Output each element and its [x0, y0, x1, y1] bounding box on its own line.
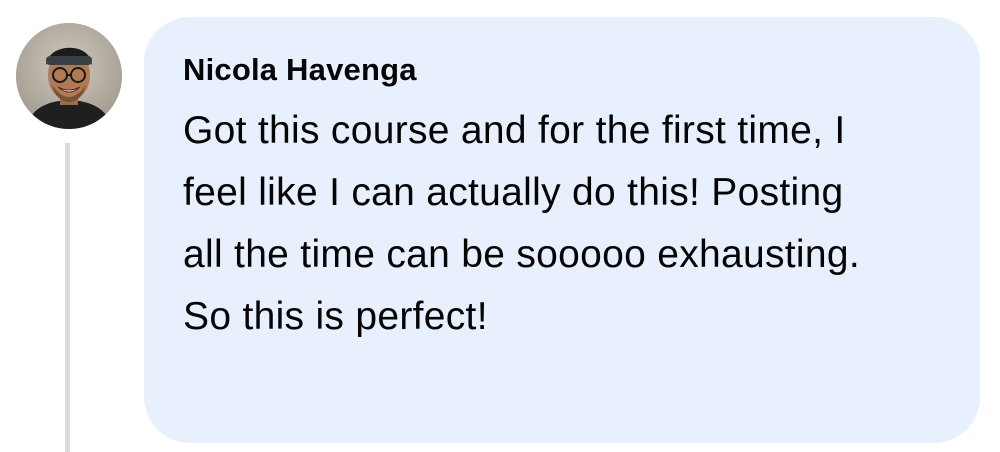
comment-bubble: Nicola Havenga Got this course and for t…: [144, 17, 980, 443]
previous-comment-link-fragment[interactable]: · · · · ·: [610, 0, 760, 6]
comment-thread-line: [65, 143, 70, 452]
comment-text: Got this course and for the first time, …: [183, 109, 861, 338]
avatar[interactable]: [16, 23, 122, 129]
profile-photo-icon: [16, 23, 122, 129]
previous-comment-link-text[interactable]: · · · · ·: [610, 0, 760, 6]
comment-author-name[interactable]: Nicola Havenga: [183, 51, 940, 89]
